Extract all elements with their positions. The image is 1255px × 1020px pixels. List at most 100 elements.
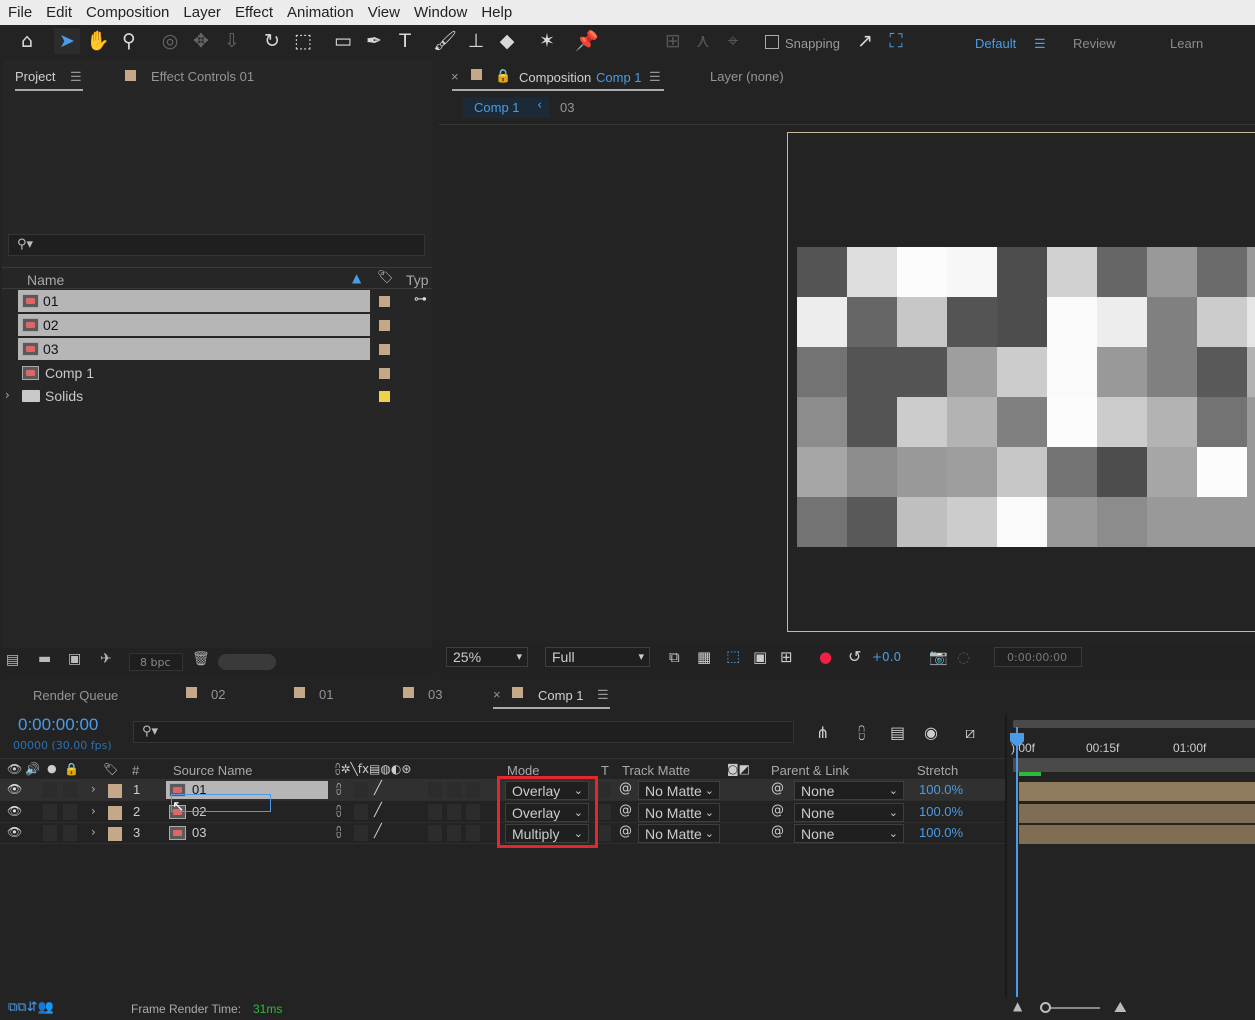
workspace-review[interactable]: Review: [1073, 36, 1116, 51]
quality-switch-icon[interactable]: ╱: [374, 803, 382, 818]
adjustment-switch[interactable]: [447, 782, 461, 798]
clone-stamp-icon[interactable]: ⊥: [463, 28, 489, 54]
project-item-comp1[interactable]: Comp 1: [2, 362, 432, 385]
chevron-right-icon[interactable]: ›: [91, 782, 96, 796]
tab-comp-01[interactable]: 01: [319, 687, 333, 702]
region-of-interest-icon[interactable]: ▣: [753, 648, 767, 666]
label-color-swatch[interactable]: [379, 296, 390, 307]
parent-dropdown[interactable]: None ⌄: [794, 781, 904, 800]
quality-switch-icon[interactable]: ╱: [374, 824, 382, 839]
panel-menu-icon[interactable]: ☰: [70, 69, 82, 85]
collapse-switch[interactable]: [354, 782, 368, 798]
stretch-value[interactable]: 100.0%: [919, 825, 963, 840]
tab-composition-prefix[interactable]: Composition: [519, 70, 591, 85]
brush-tool-icon[interactable]: 🖌: [432, 28, 458, 54]
tab-render-queue[interactable]: Render Queue: [33, 688, 118, 703]
menu-layer[interactable]: Layer: [183, 4, 221, 21]
tab-effect-controls[interactable]: Effect Controls 01: [151, 69, 254, 84]
snapping-checkbox[interactable]: [765, 35, 779, 49]
solo-toggle[interactable]: [43, 803, 57, 820]
pan-behind-icon[interactable]: ⬚: [290, 28, 316, 54]
stretch-value[interactable]: 100.0%: [919, 782, 963, 797]
color-management-icon[interactable]: ↺: [848, 647, 861, 666]
panel-menu-icon[interactable]: ☰: [649, 69, 661, 85]
graph-editor-icon[interactable]: ⧄: [965, 723, 975, 743]
thumbnail-size-slider[interactable]: [218, 654, 276, 670]
workspace-menu-icon[interactable]: ☰: [1034, 36, 1046, 52]
label-color-swatch[interactable]: [379, 320, 390, 331]
layer-label-swatch[interactable]: [108, 805, 122, 820]
breadcrumb-layer[interactable]: 03: [560, 100, 574, 115]
hand-tool-icon[interactable]: ✋: [85, 28, 111, 54]
fast-preview-icon[interactable]: ⧉: [669, 648, 680, 666]
menu-composition[interactable]: Composition: [86, 4, 169, 21]
timeline-search-input[interactable]: ⚲▾: [133, 721, 794, 743]
project-item-03[interactable]: 03: [2, 338, 432, 361]
parent-dropdown[interactable]: None ⌄: [794, 802, 904, 822]
work-area-bar[interactable]: [1013, 758, 1255, 772]
layer-source-name[interactable]: 03: [192, 825, 206, 840]
shy-layers-icon[interactable]: ⩉: [858, 723, 865, 743]
lock-toggle[interactable]: [63, 782, 77, 798]
rectangle-tool-icon[interactable]: ▭: [330, 28, 356, 54]
project-search-input[interactable]: ⚲▾: [8, 234, 425, 256]
adjustment-switch[interactable]: [447, 803, 461, 820]
quality-switch-icon[interactable]: ╱: [374, 781, 382, 796]
dolly-camera-icon[interactable]: ⇩: [219, 28, 245, 54]
shy-switch-icon[interactable]: ⩉: [336, 804, 341, 819]
lock-toggle[interactable]: [63, 803, 77, 820]
resolution-dropdown[interactable]: Full ▾: [545, 647, 650, 667]
collapse-switch[interactable]: [354, 803, 368, 820]
workspace-default[interactable]: Default: [975, 36, 1016, 51]
pen-tool-icon[interactable]: ✒: [361, 28, 387, 54]
type-tool-icon[interactable]: T: [392, 28, 418, 54]
pick-whip-icon[interactable]: @: [619, 824, 632, 839]
parent-pick-whip-icon[interactable]: @: [771, 781, 784, 796]
time-navigator[interactable]: [1013, 720, 1255, 728]
motion-blur-switch[interactable]: [428, 803, 442, 820]
label-color-swatch[interactable]: [379, 344, 390, 355]
eye-icon[interactable]: 👁: [7, 825, 22, 839]
tab-comp-03[interactable]: 03: [428, 687, 442, 702]
tab-layer[interactable]: Layer (none): [710, 69, 784, 84]
col-name[interactable]: Name: [27, 272, 64, 288]
frame-blending-icon[interactable]: ▤: [890, 723, 905, 742]
col-source-name[interactable]: Source Name: [173, 763, 252, 778]
panel-menu-icon[interactable]: ☰: [597, 687, 609, 703]
col-stretch[interactable]: Stretch: [917, 763, 958, 778]
sort-ascending-icon[interactable]: ▲: [352, 271, 361, 285]
menu-window[interactable]: Window: [414, 4, 467, 21]
col-type[interactable]: Typ: [406, 272, 429, 288]
motion-blur-switch[interactable]: [428, 825, 442, 841]
time-graph[interactable]: ):00f 00:15f 01:00f: [1005, 715, 1255, 997]
current-time-display[interactable]: 0:00:00:00: [18, 715, 98, 735]
3d-switch[interactable]: [466, 825, 480, 841]
bit-depth-button[interactable]: 8 bpc: [129, 653, 183, 671]
project-item-02[interactable]: 02: [2, 314, 432, 337]
parent-pick-whip-icon[interactable]: @: [771, 824, 784, 839]
preserve-transparency-toggle[interactable]: [599, 803, 611, 820]
channels-icon[interactable]: ●: [819, 648, 832, 666]
show-snapshot-icon[interactable]: ◌: [957, 648, 970, 666]
stretch-value[interactable]: 100.0%: [919, 804, 963, 819]
shy-switch-icon[interactable]: ⩉: [336, 825, 341, 840]
current-time-field[interactable]: 0:00:00:00: [994, 647, 1082, 667]
shy-switch-icon[interactable]: ⩉: [336, 782, 341, 797]
menu-view[interactable]: View: [368, 4, 400, 21]
preserve-transparency-toggle[interactable]: [599, 782, 611, 798]
snapshot-camera-icon[interactable]: 📷: [929, 648, 948, 666]
label-tag-icon[interactable]: 🏷: [377, 270, 394, 285]
label-color-swatch[interactable]: [379, 368, 390, 379]
snap-grid-icon[interactable]: ⛶: [883, 28, 909, 54]
close-icon[interactable]: ×: [493, 687, 501, 702]
playhead[interactable]: [1016, 727, 1018, 997]
lock-toggle[interactable]: [63, 825, 77, 841]
parent-dropdown[interactable]: None ⌄: [794, 824, 904, 843]
menu-help[interactable]: Help: [481, 4, 512, 21]
status-icons[interactable]: ⧉⧉⇵👥: [8, 1000, 54, 1015]
layer-bar-3[interactable]: [1019, 825, 1255, 844]
interpret-footage-icon[interactable]: ▤: [6, 652, 19, 668]
project-item-01[interactable]: 01 ⊶: [2, 290, 432, 313]
new-folder-icon[interactable]: ▬: [38, 651, 51, 667]
breadcrumb-comp[interactable]: Comp 1 ‹: [463, 97, 549, 118]
